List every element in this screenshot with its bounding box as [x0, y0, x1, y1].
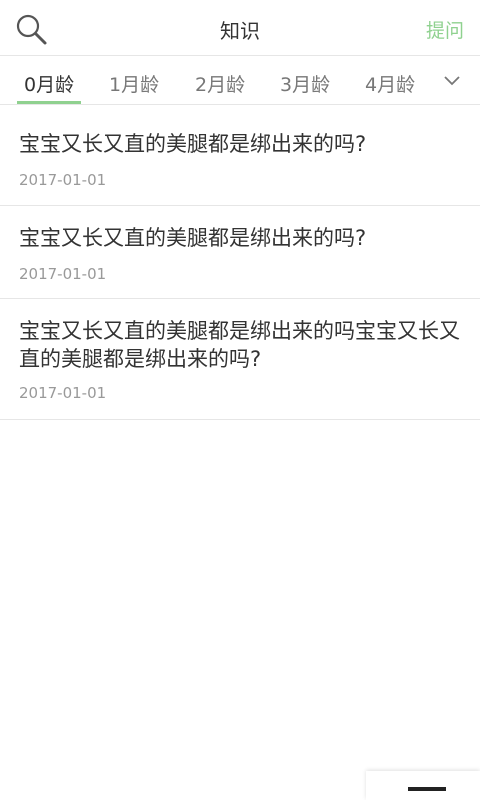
article-title: 宝宝又长又直的美腿都是绑出来的吗宝宝又长又直的美腿都是绑出来的吗? [19, 319, 460, 371]
ask-question-button[interactable]: 提问 [426, 16, 464, 43]
expand-tabs-button[interactable] [442, 72, 462, 88]
search-icon [16, 14, 47, 45]
article-date: 2017-01-01 [19, 265, 107, 283]
article-date: 2017-01-01 [19, 171, 107, 189]
article-list: 宝宝又长又直的美腿都是绑出来的吗? 2017-01-01 宝宝又长又直的美腿都是… [0, 105, 480, 420]
floating-panel-handle[interactable] [366, 771, 480, 800]
tab-0-month[interactable]: 0月龄 [24, 70, 74, 97]
article-date: 2017-01-01 [19, 384, 107, 402]
list-item[interactable]: 宝宝又长又直的美腿都是绑出来的吗? 2017-01-01 [0, 105, 480, 206]
chevron-down-icon [444, 76, 460, 86]
tab-2-month[interactable]: 2月龄 [195, 70, 245, 97]
active-tab-indicator [17, 101, 81, 104]
knowledge-page: 知识 提问 0月龄 1月龄 2月龄 3月龄 4月龄 宝宝又长又直的美腿都是绑出来… [0, 0, 480, 800]
top-bar: 知识 提问 [0, 0, 480, 56]
handle-bar [408, 787, 446, 791]
page-title: 知识 [220, 19, 260, 43]
tab-4-month[interactable]: 4月龄 [365, 70, 415, 97]
list-item[interactable]: 宝宝又长又直的美腿都是绑出来的吗? 2017-01-01 [0, 206, 480, 299]
list-item[interactable]: 宝宝又长又直的美腿都是绑出来的吗宝宝又长又直的美腿都是绑出来的吗? 2017-0… [0, 299, 480, 420]
tab-3-month[interactable]: 3月龄 [280, 70, 330, 97]
article-title: 宝宝又长又直的美腿都是绑出来的吗? [19, 226, 367, 250]
search-button[interactable] [14, 12, 48, 46]
article-title: 宝宝又长又直的美腿都是绑出来的吗? [19, 132, 367, 156]
age-tabs: 0月龄 1月龄 2月龄 3月龄 4月龄 [0, 56, 480, 105]
tab-1-month[interactable]: 1月龄 [109, 70, 159, 97]
